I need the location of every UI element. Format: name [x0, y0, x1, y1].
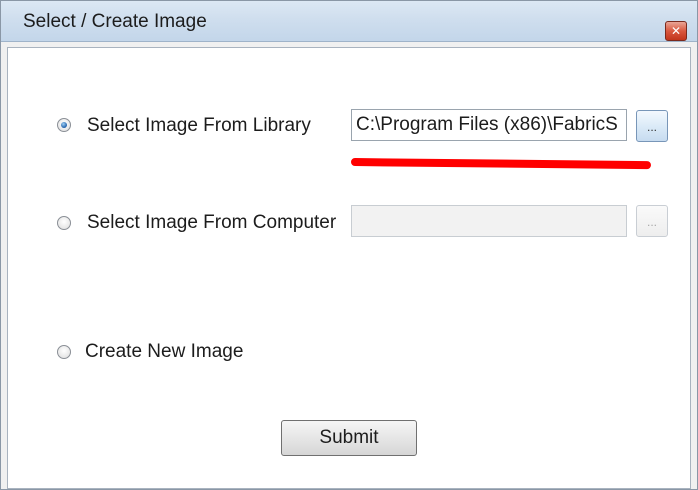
radio-select-from-computer[interactable] — [57, 216, 71, 230]
dialog-window: Select / Create Image ✕ Select Image Fro… — [0, 0, 698, 490]
computer-browse-button[interactable]: ... — [636, 205, 668, 237]
label-select-from-library[interactable]: Select Image From Library — [87, 115, 311, 137]
library-path-input[interactable]: C:\Program Files (x86)\FabricS — [351, 109, 627, 141]
dialog-content: Select Image From Library C:\Program Fil… — [7, 47, 691, 489]
window-title: Select / Create Image — [23, 11, 207, 32]
radio-select-from-library[interactable] — [57, 118, 71, 132]
submit-button[interactable]: Submit — [281, 420, 417, 456]
annotation-underline — [350, 158, 652, 170]
label-create-new-image[interactable]: Create New Image — [85, 341, 243, 363]
title-bar[interactable]: Select / Create Image ✕ — [1, 1, 697, 42]
computer-path-input[interactable] — [351, 205, 627, 237]
close-icon: ✕ — [670, 24, 682, 38]
library-browse-button[interactable]: ... — [636, 110, 668, 142]
label-select-from-computer[interactable]: Select Image From Computer — [87, 212, 336, 234]
close-button[interactable]: ✕ — [665, 21, 687, 41]
radio-create-new-image[interactable] — [57, 345, 71, 359]
